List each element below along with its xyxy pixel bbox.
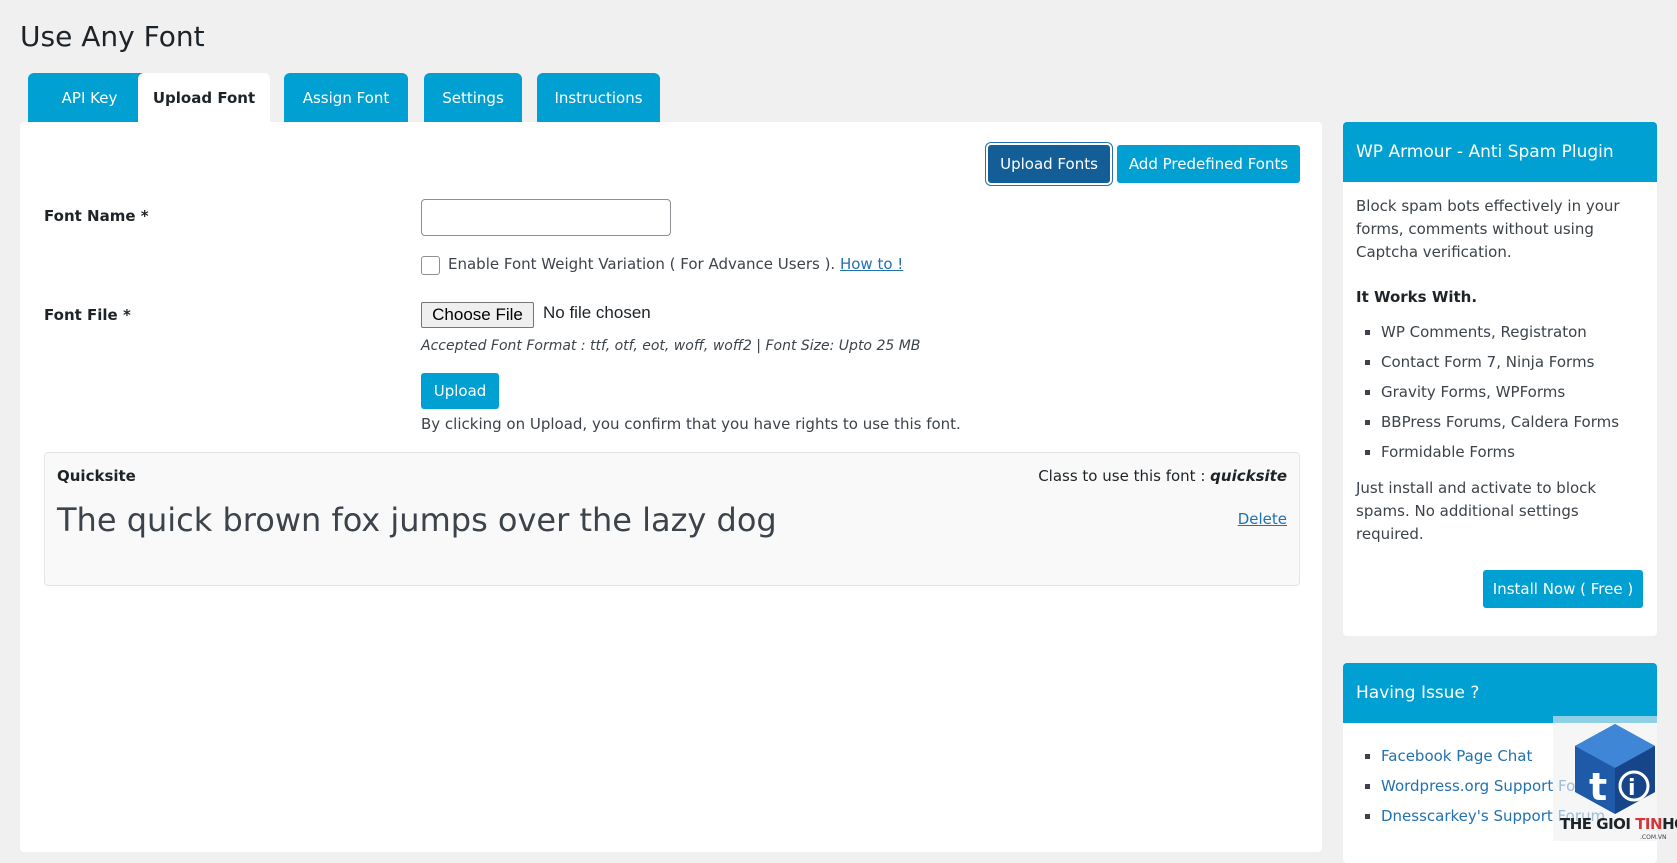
font-weight-variation-checkbox[interactable] (421, 256, 440, 275)
font-class-name: quicksite (1210, 467, 1287, 485)
works-with-heading: It Works With. (1356, 288, 1478, 306)
wp-armour-description: Block spam bots effectively in your form… (1356, 197, 1620, 261)
list-item: Gravity Forms, WPForms (1381, 377, 1644, 407)
wp-armour-widget: WP Armour - Anti Spam Plugin Block spam … (1343, 122, 1657, 636)
upload-font-panel: Upload Fonts Add Predefined Fonts Font N… (20, 122, 1322, 852)
tab-settings[interactable]: Settings (424, 73, 522, 122)
install-now-button[interactable]: Install Now ( Free ) (1483, 570, 1643, 608)
svg-text:i: i (1628, 776, 1636, 801)
wp-armour-footer: Just install and activate to block spams… (1356, 479, 1597, 543)
font-item-name: Quicksite (57, 467, 136, 485)
upload-button[interactable]: Upload (421, 373, 499, 409)
wp-armour-title: WP Armour - Anti Spam Plugin (1343, 122, 1657, 182)
tab-api-key[interactable]: API Key (28, 73, 151, 122)
font-name-label: Font Name * (44, 207, 149, 225)
list-item: Formidable Forms (1381, 437, 1644, 467)
watermark-subtext: .COM.VN (1640, 834, 1667, 841)
works-with-list: WP Comments, Registraton Contact Form 7,… (1356, 317, 1644, 467)
font-class-info: Class to use this font : quicksite (1038, 467, 1287, 485)
rights-confirmation-text: By clicking on Upload, you confirm that … (421, 415, 961, 433)
upload-fonts-button[interactable]: Upload Fonts (986, 143, 1112, 185)
font-file-label: Font File * (44, 306, 131, 324)
facebook-chat-link[interactable]: Facebook Page Chat (1381, 747, 1532, 765)
how-to-link[interactable]: How to ! (840, 255, 903, 273)
accepted-format-hint: Accepted Font Format : ttf, otf, eot, wo… (421, 338, 921, 354)
font-weight-variation-label: Enable Font Weight Variation ( For Advan… (448, 255, 904, 273)
list-item: BBPress Forums, Caldera Forms (1381, 407, 1644, 437)
add-predefined-fonts-button[interactable]: Add Predefined Fonts (1117, 145, 1300, 183)
svg-text:t: t (1589, 765, 1607, 809)
delete-font-link[interactable]: Delete (1238, 510, 1287, 528)
list-item: WP Comments, Registraton (1381, 317, 1644, 347)
choose-file-button[interactable]: Choose File (421, 302, 534, 328)
list-item: Contact Form 7, Ninja Forms (1381, 347, 1644, 377)
font-sample-text: The quick brown fox jumps over the lazy … (57, 501, 777, 539)
file-status-text: No file chosen (543, 303, 651, 322)
tab-upload-font[interactable]: Upload Font (138, 73, 270, 122)
font-name-input[interactable] (421, 199, 671, 236)
page-title: Use Any Font (20, 20, 205, 53)
having-issue-title: Having Issue ? (1343, 663, 1657, 723)
tab-instructions[interactable]: Instructions (537, 73, 660, 122)
font-list-item: Quicksite Class to use this font : quick… (44, 452, 1300, 586)
watermark-text: THE GIOI TINHOC (1560, 815, 1677, 833)
tab-assign-font[interactable]: Assign Font (284, 73, 408, 122)
